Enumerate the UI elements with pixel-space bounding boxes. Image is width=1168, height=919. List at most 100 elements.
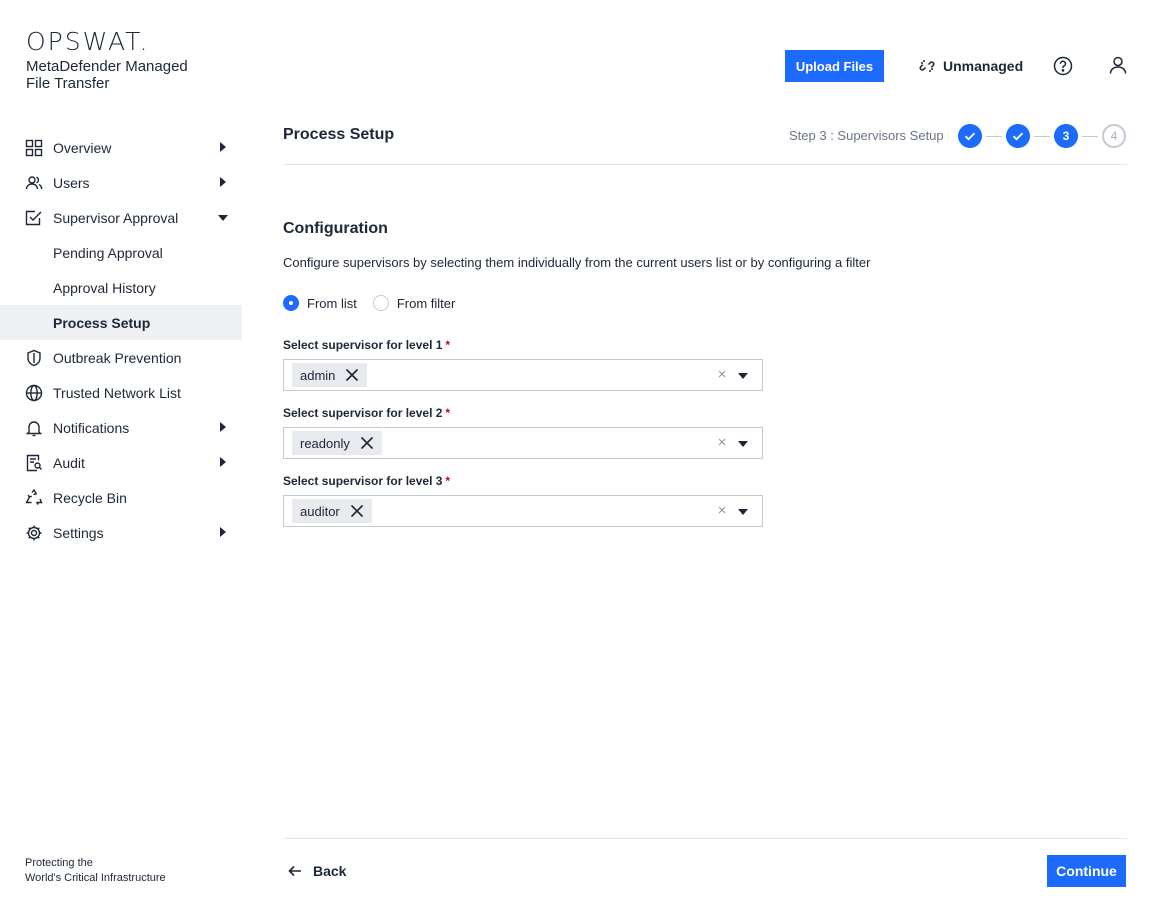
unmanaged-link[interactable]: Unmanaged — [919, 56, 1023, 76]
sidebar-item-trusted-network-list[interactable]: Trusted Network List — [0, 375, 242, 410]
step-connector — [1082, 135, 1098, 137]
step-2-complete — [1006, 124, 1030, 148]
sidebar-item-label: Outbreak Prevention — [53, 349, 182, 366]
sidebar-item-label: Trusted Network List — [53, 384, 181, 401]
step-connector — [986, 135, 1002, 137]
dropdown-arrow-icon[interactable] — [738, 373, 748, 379]
back-label: Back — [313, 863, 347, 879]
radio-label: From filter — [396, 295, 456, 311]
sidebar-item-overview[interactable]: Overview — [0, 130, 242, 165]
selected-user-chip: auditor — [292, 499, 372, 523]
sidebar-item-pending-approval[interactable]: Pending Approval — [0, 235, 242, 270]
caret-right-icon[interactable] — [220, 142, 226, 152]
sidebar: OPSWAT. MetaDefender Managed File Transf… — [0, 0, 242, 919]
sidebar-item-supervisor-approval[interactable]: Supervisor Approval — [0, 200, 242, 235]
step-1-complete — [958, 124, 982, 148]
required-marker: * — [445, 338, 451, 352]
radio-from-list[interactable]: From list — [283, 295, 357, 311]
clear-selection-icon[interactable]: × — [716, 367, 728, 382]
sidebar-item-outbreak-prevention[interactable]: Outbreak Prevention — [0, 340, 242, 375]
help-circle-icon[interactable] — [1053, 56, 1073, 76]
sidebar-item-label: Supervisor Approval — [53, 209, 179, 226]
tagline-line: Protecting the — [25, 857, 93, 869]
sidebar-item-label: Users — [53, 174, 90, 191]
required-marker: * — [445, 406, 451, 420]
supervisor-level-2-select[interactable]: readonly × — [283, 427, 763, 459]
sidebar-item-label: Notifications — [53, 419, 130, 436]
bell-icon — [25, 419, 43, 437]
step-3-current: 3 — [1054, 124, 1078, 148]
sidebar-item-audit[interactable]: Audit — [0, 445, 242, 480]
approval-check-icon — [25, 209, 43, 227]
sidebar-item-settings[interactable]: Settings — [0, 515, 242, 550]
brand-logo[interactable]: OPSWAT. MetaDefender Managed File Transf… — [26, 27, 216, 92]
sidebar-item-label: Process Setup — [53, 314, 151, 331]
globe-icon — [25, 384, 43, 402]
gear-icon — [25, 524, 43, 542]
remove-chip-icon[interactable] — [345, 368, 359, 382]
shield-icon — [25, 349, 43, 367]
field-label-text: Select supervisor for level 3 — [283, 474, 443, 488]
sidebar-nav: Overview Users Supervisor Approval Pendi… — [0, 130, 242, 550]
radio-unselected-icon[interactable] — [372, 295, 389, 311]
field-label-text: Select supervisor for level 2 — [283, 406, 443, 420]
supervisor-mode-radio-group: From list From filter — [283, 295, 471, 311]
step-4-pending: 4 — [1102, 124, 1126, 148]
radio-from-filter[interactable]: From filter — [372, 295, 456, 311]
radio-selected-icon[interactable] — [283, 295, 299, 311]
users-icon — [25, 174, 43, 192]
step-label: Step 3 : Supervisors Setup — [789, 128, 944, 143]
supervisor-level-1-select[interactable]: admin × — [283, 359, 763, 391]
sidebar-item-label: Approval History — [53, 279, 156, 296]
product-name: MetaDefender Managed File Transfer — [26, 58, 188, 92]
sidebar-item-label: Audit — [53, 454, 85, 471]
sidebar-item-process-setup[interactable]: Process Setup — [0, 305, 242, 340]
clear-selection-icon[interactable]: × — [716, 435, 728, 450]
caret-right-icon[interactable] — [220, 177, 226, 187]
header-divider — [283, 164, 1127, 165]
unmanaged-label: Unmanaged — [943, 58, 1024, 74]
logo-wordmark: OPSWAT. — [26, 27, 150, 56]
caret-right-icon[interactable] — [220, 422, 226, 432]
level-3-label: Select supervisor for level 3 * — [283, 474, 450, 488]
user-icon[interactable] — [1108, 55, 1128, 75]
sidebar-item-approval-history[interactable]: Approval History — [0, 270, 242, 305]
grid-icon — [25, 139, 43, 157]
arrow-left-icon — [287, 863, 303, 879]
tagline-line: World's Critical Infrastructure — [25, 872, 166, 884]
supervisor-level-3-select[interactable]: auditor × — [283, 495, 763, 527]
clear-selection-icon[interactable]: × — [716, 503, 728, 518]
remove-chip-icon[interactable] — [350, 504, 364, 518]
link-broken-icon — [919, 58, 935, 74]
continue-button[interactable]: Continue — [1047, 855, 1126, 887]
chip-label: admin — [300, 367, 336, 383]
caret-right-icon[interactable] — [220, 457, 226, 467]
section-description: Configure supervisors by selecting them … — [283, 255, 871, 270]
check-icon — [964, 132, 976, 141]
page-title: Process Setup — [283, 126, 395, 143]
check-icon — [1012, 132, 1024, 141]
sidebar-item-label: Overview — [53, 139, 112, 156]
upload-files-button[interactable]: Upload Files — [785, 50, 884, 82]
footer-divider — [283, 838, 1127, 839]
section-title: Configuration — [283, 220, 388, 237]
radio-label: From list — [307, 295, 357, 311]
sidebar-item-label: Pending Approval — [53, 244, 163, 261]
remove-chip-icon[interactable] — [360, 436, 374, 450]
level-2-label: Select supervisor for level 2 * — [283, 406, 450, 420]
sidebar-item-recycle-bin[interactable]: Recycle Bin — [0, 480, 242, 515]
step-connector — [1034, 135, 1050, 137]
dropdown-arrow-icon[interactable] — [738, 509, 748, 515]
level-1-label: Select supervisor for level 1 * — [283, 338, 450, 352]
caret-down-icon[interactable] — [218, 215, 228, 221]
caret-right-icon[interactable] — [220, 527, 226, 537]
sidebar-item-notifications[interactable]: Notifications — [0, 410, 242, 445]
dropdown-arrow-icon[interactable] — [738, 441, 748, 447]
audit-icon — [25, 454, 43, 472]
chip-label: readonly — [300, 435, 350, 451]
company-tagline: Protecting the World's Critical Infrastr… — [25, 856, 166, 886]
sidebar-item-users[interactable]: Users — [0, 165, 242, 200]
required-marker: * — [445, 474, 451, 488]
back-button[interactable]: Back — [287, 861, 346, 881]
stepper: 3 4 — [958, 124, 1126, 148]
